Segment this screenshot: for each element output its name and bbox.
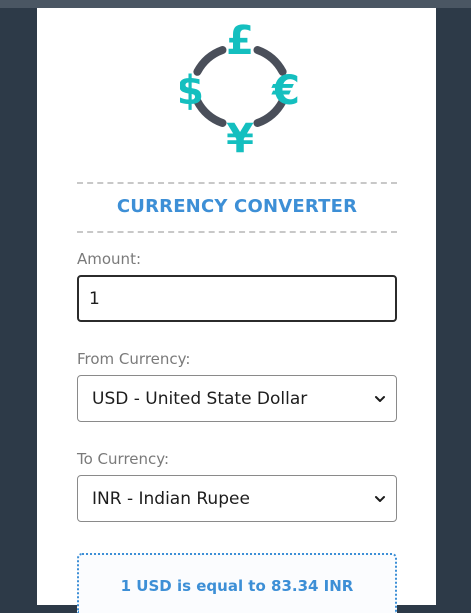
converter-card: £ $ € ¥ CURRENCY CONVERTER Amount: From … <box>37 8 436 613</box>
amount-label: Amount: <box>77 250 141 268</box>
title-divider-bottom <box>77 231 397 233</box>
chevron-down-icon <box>375 495 385 502</box>
chevron-down-icon <box>375 395 385 402</box>
from-currency-value: USD - United State Dollar <box>92 388 308 409</box>
conversion-result-box: 1 USD is equal to 83.34 INR <box>77 553 397 613</box>
to-currency-value: INR - Indian Rupee <box>92 488 250 509</box>
title-divider-top <box>77 182 397 184</box>
pound-icon: £ <box>226 18 254 64</box>
currency-exchange-logo: £ $ € ¥ <box>180 18 300 154</box>
window-top-bar <box>0 0 471 8</box>
yen-icon: ¥ <box>226 116 254 154</box>
dollar-icon: $ <box>180 68 204 114</box>
from-currency-select[interactable]: USD - United State Dollar <box>77 375 397 422</box>
to-currency-select[interactable]: INR - Indian Rupee <box>77 475 397 522</box>
to-currency-label: To Currency: <box>77 450 170 468</box>
amount-input[interactable] <box>77 275 397 322</box>
from-currency-label: From Currency: <box>77 350 191 368</box>
page-title: CURRENCY CONVERTER <box>116 196 358 217</box>
euro-icon: € <box>271 68 300 114</box>
conversion-result-text: 1 USD is equal to 83.34 INR <box>120 577 354 595</box>
